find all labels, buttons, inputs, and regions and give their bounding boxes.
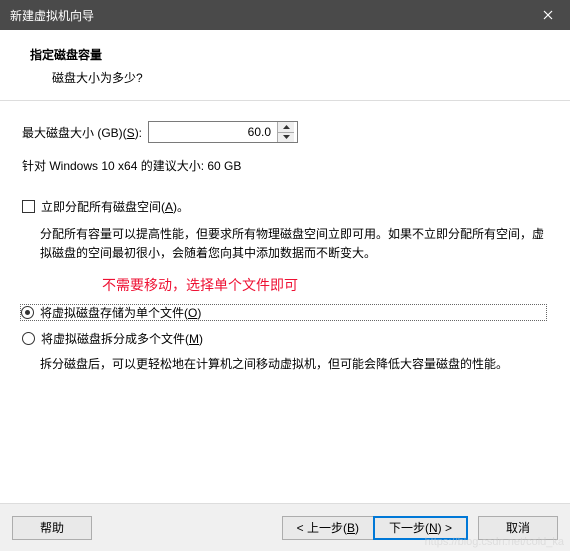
recommended-size: 针对 Windows 10 x64 的建议大小: 60 GB [22,157,548,174]
page-subtitle: 磁盘大小为多少? [52,69,550,86]
disk-size-label: 最大磁盘大小 (GB)(S): [22,124,142,141]
radio-split-files[interactable]: 将虚拟磁盘拆分成多个文件(M) [22,330,548,347]
allocate-all-desc: 分配所有容量可以提高性能，但要求所有物理磁盘空间立即可用。如果不立即分配所有空间… [40,225,548,263]
disk-size-row: 最大磁盘大小 (GB)(S): [22,121,548,143]
titlebar: 新建虚拟机向导 [0,0,570,30]
allocate-all-checkbox[interactable] [22,200,35,213]
spinner-down[interactable] [278,133,294,143]
window-title: 新建虚拟机向导 [10,7,525,24]
watermark: https://blog.csdn.net/cold_ka [425,536,564,548]
user-annotation: 不需要移动，选择单个文件即可 [102,275,548,295]
radio-split-desc: 拆分磁盘后，可以更轻松地在计算机之间移动虚拟机，但可能会降低大容量磁盘的性能。 [40,355,548,374]
allocate-all-checkbox-row[interactable]: 立即分配所有磁盘空间(A)。 [22,198,548,215]
disk-size-input-wrap [148,121,298,143]
back-button[interactable]: < 上一步(B) [282,516,374,540]
radio-split-files-button[interactable] [22,332,35,345]
wizard-header: 指定磁盘容量 磁盘大小为多少? [0,30,570,101]
radio-single-file-button[interactable] [21,306,34,319]
allocate-all-label: 立即分配所有磁盘空间(A)。 [41,198,189,215]
wizard-content: 最大磁盘大小 (GB)(S): 针对 Windows 10 x64 的建议大小:… [0,101,570,397]
radio-single-file[interactable]: 将虚拟磁盘存储为单个文件(O) [19,303,548,322]
disk-size-input[interactable] [149,122,277,142]
radio-single-file-label: 将虚拟磁盘存储为单个文件(O) [40,304,201,321]
close-button[interactable] [525,0,570,30]
chevron-down-icon [283,135,290,139]
help-button[interactable]: 帮助 [12,516,92,540]
page-title: 指定磁盘容量 [30,46,550,63]
chevron-up-icon [283,125,290,129]
spinner-up[interactable] [278,122,294,133]
disk-size-spinner [277,122,294,142]
radio-split-files-label: 将虚拟磁盘拆分成多个文件(M) [41,330,203,347]
close-icon [543,10,553,20]
